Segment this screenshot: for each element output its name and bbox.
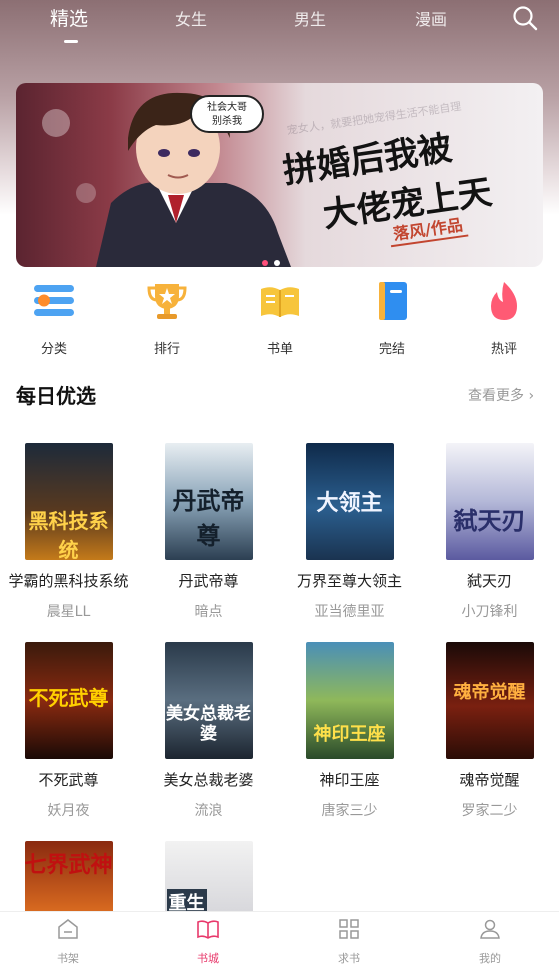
book-title: 万界至尊大领主: [296, 572, 402, 590]
app-page: 精选 女生 男生 漫画 社会大哥 别杀我 宠女人，就要把她宠得生活不能自理 拼婚…: [0, 0, 559, 970]
banner-pagination: [262, 251, 286, 266]
book-author: 晨星LL: [46, 604, 91, 620]
book-author: 流浪: [194, 803, 223, 819]
book-title: 丹武帝尊: [178, 572, 239, 590]
book-cover: 魂帝觉醒: [445, 642, 534, 759]
nav-request-book[interactable]: 求书: [319, 918, 379, 966]
category-classify[interactable]: 分类: [14, 280, 94, 357]
nav-bookstore[interactable]: 书城: [178, 918, 238, 966]
tab-male[interactable]: 男生: [294, 6, 326, 30]
nav-label: 书城: [197, 952, 219, 965]
book-author: 妖月夜: [47, 803, 90, 819]
book-author: 小刀锋利: [461, 604, 518, 620]
profile-icon: [480, 919, 500, 939]
category-label: 热评: [490, 342, 517, 357]
bookshelf-icon: [58, 919, 78, 939]
speech-line-1: 社会大哥: [207, 102, 247, 113]
banner-dot-1[interactable]: [262, 260, 268, 266]
search-icon[interactable]: [511, 4, 539, 32]
tab-active-indicator: [64, 40, 78, 43]
speech-bubble: 社会大哥 别杀我: [190, 95, 264, 133]
book-author: 唐家三少: [321, 803, 378, 819]
book-card[interactable]: 弑天刃 弑天刃 小刀锋利: [421, 443, 558, 621]
category-shortcuts: 分类 排行 书单 完结 热评: [0, 280, 559, 357]
cover-text: 魂帝觉醒: [453, 682, 526, 703]
book-author: 亚当德里亚: [314, 604, 385, 620]
trophy-icon: [147, 284, 187, 319]
cover-text: 美女总裁老婆: [166, 704, 251, 744]
nav-label: 我的: [479, 952, 501, 965]
category-list-icon: [34, 285, 74, 316]
category-hot-reviews[interactable]: 热评: [464, 280, 544, 357]
book-title: 魂帝觉醒: [459, 771, 520, 789]
nav-label: 求书: [338, 952, 360, 965]
book-title: 弑天刃: [466, 572, 512, 590]
cover-text: 不死武尊: [28, 686, 109, 710]
bottom-navigation: 书架 书城 求书 我的: [0, 911, 559, 970]
speech-line-2: 别杀我: [212, 116, 242, 127]
cover-text: 神印王座: [313, 724, 386, 745]
category-label: 分类: [40, 342, 67, 357]
book-card[interactable]: 美女总裁老婆 美女总裁老婆 流浪: [140, 642, 277, 820]
book-card[interactable]: 不死武尊 不死武尊 妖月夜: [0, 642, 137, 820]
bookstore-icon: [197, 920, 219, 939]
closed-book-icon: [379, 282, 407, 320]
book-card[interactable]: 丹武帝尊 丹武帝尊 暗点: [140, 443, 277, 621]
category-label: 完结: [378, 342, 405, 357]
nav-label: 书架: [57, 952, 79, 965]
section-title: 每日优选: [16, 384, 96, 408]
cover-text: 弑天刃: [453, 506, 526, 535]
category-label: 排行: [153, 342, 180, 357]
book-card[interactable]: 神印王座 神印王座 唐家三少: [281, 642, 418, 820]
top-tab-bar: 精选 女生 男生 漫画: [0, 0, 559, 50]
book-cover: 弑天刃: [445, 443, 534, 560]
tab-female[interactable]: 女生: [175, 6, 207, 30]
view-more-link[interactable]: 查看更多 ›: [468, 385, 534, 405]
book-cover: 美女总裁老婆: [164, 642, 253, 759]
nav-profile[interactable]: 我的: [460, 918, 520, 966]
book-title: 美女总裁老婆: [163, 771, 254, 789]
book-author: 罗家二少: [461, 803, 518, 819]
book-author: 暗点: [194, 604, 223, 620]
book-cover: 不死武尊: [24, 642, 113, 759]
banner-dot-2[interactable]: [274, 260, 280, 266]
book-title: 不死武尊: [38, 771, 99, 789]
category-ranking[interactable]: 排行: [127, 280, 207, 357]
book-cover: 神印王座: [305, 642, 394, 759]
book-title: 学霸的黑科技系统: [8, 572, 129, 590]
tab-comics[interactable]: 漫画: [415, 6, 447, 30]
book-cover: 黑科技系统: [24, 443, 113, 560]
tab-featured[interactable]: 精选: [50, 4, 88, 31]
cover-text: 黑科技系统: [28, 509, 109, 560]
book-cover: 丹武帝尊: [164, 443, 253, 560]
category-completed[interactable]: 完结: [352, 280, 432, 357]
grid-icon: [339, 919, 359, 939]
category-booklists[interactable]: 书单: [240, 280, 320, 357]
flame-icon: [491, 282, 517, 320]
cover-text: 丹武帝尊: [172, 486, 245, 550]
category-label: 书单: [266, 342, 293, 357]
book-title: 神印王座: [319, 771, 380, 789]
book-card[interactable]: 魂帝觉醒 魂帝觉醒 罗家二少: [421, 642, 558, 820]
open-book-icon: [261, 287, 299, 317]
cover-text: 七界武神: [24, 852, 113, 878]
book-cover: 大领主: [305, 443, 394, 560]
book-card[interactable]: 黑科技系统 学霸的黑科技系统 晨星LL: [0, 443, 137, 621]
cover-text: 大领主: [316, 490, 383, 516]
book-card[interactable]: 大领主 万界至尊大领主 亚当德里亚: [281, 443, 418, 621]
nav-bookshelf[interactable]: 书架: [38, 918, 98, 966]
